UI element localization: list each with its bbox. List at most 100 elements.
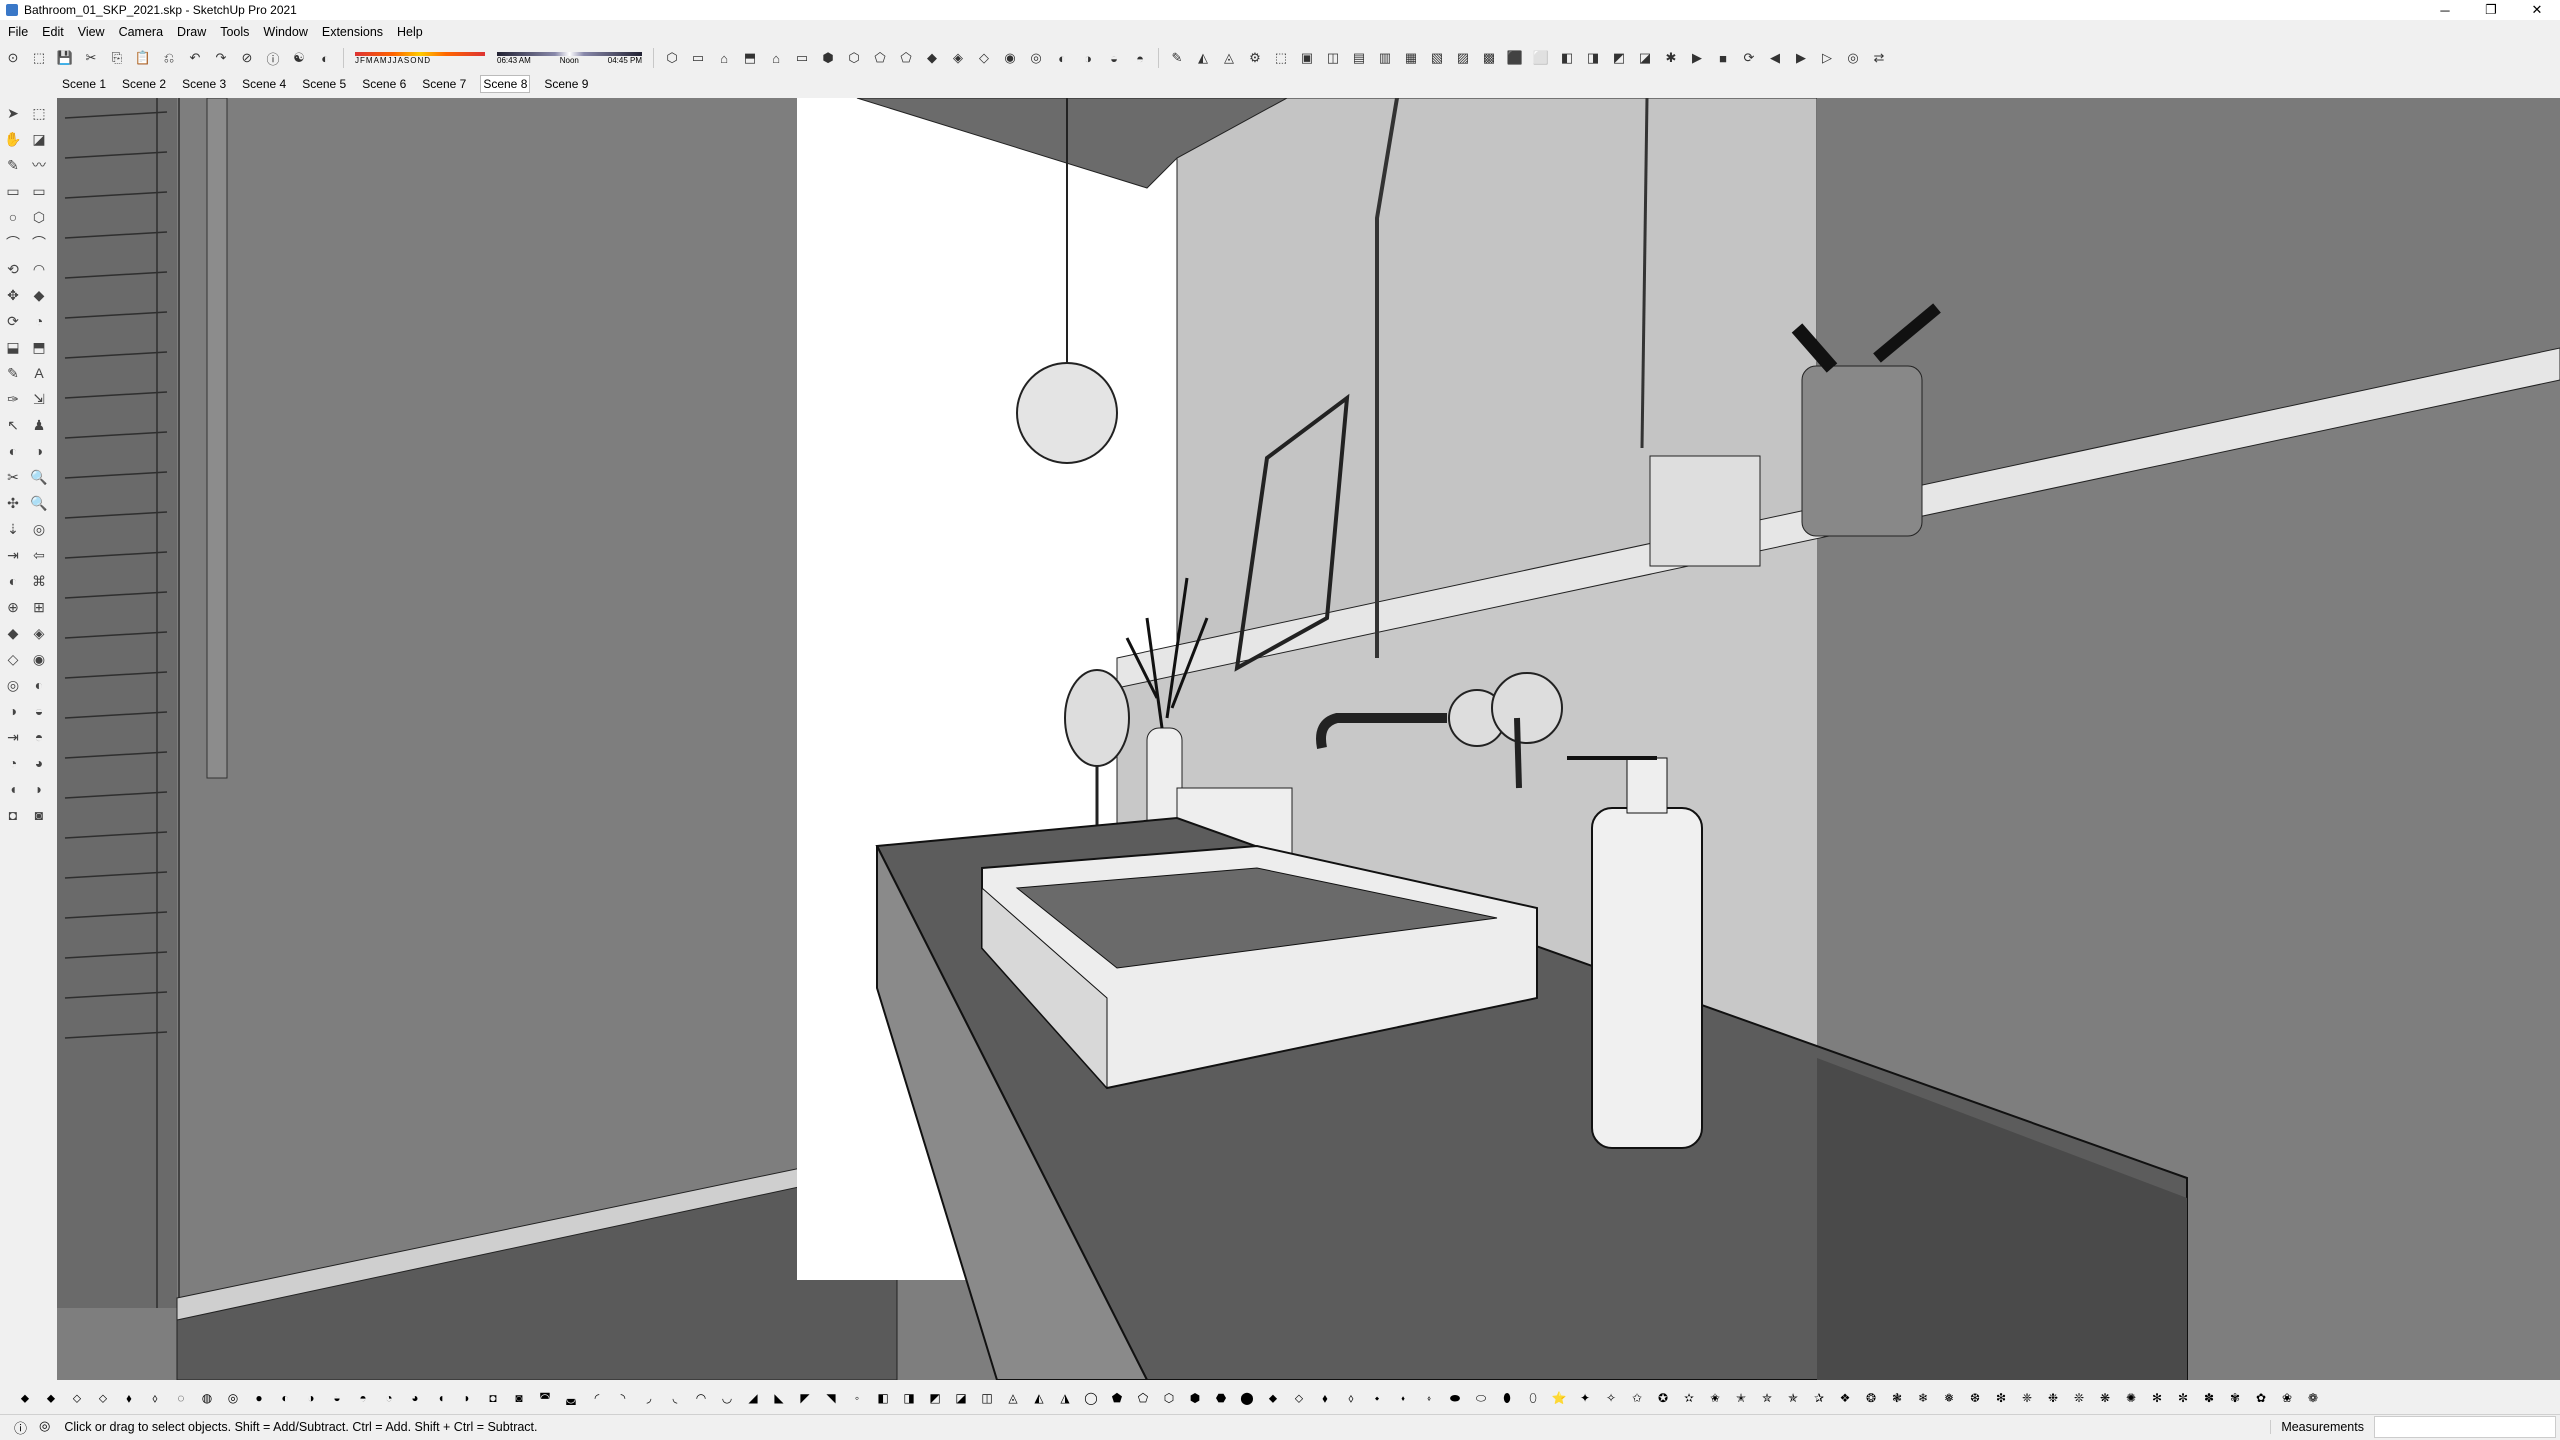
view-tool-icon[interactable]: ⌂ — [715, 49, 733, 67]
bottom-tool-icon[interactable]: ❖ — [1836, 1389, 1854, 1407]
menu-help[interactable]: Help — [397, 25, 423, 39]
left-tool-icon[interactable]: ⊕ — [2, 596, 24, 618]
toolbar-tool-icon[interactable]: ◐ — [316, 49, 334, 67]
view-tool-icon[interactable]: ⬠ — [871, 49, 889, 67]
toolbar-tool-icon[interactable]: ☯ — [290, 49, 308, 67]
scene-tab-2[interactable]: Scene 2 — [120, 76, 168, 92]
extension-tool-icon[interactable]: ■ — [1714, 49, 1732, 67]
toolbar-tool-icon[interactable]: ⊘ — [238, 49, 256, 67]
view-tool-icon[interactable]: ▭ — [689, 49, 707, 67]
view-tool-icon[interactable]: ◑ — [1079, 49, 1097, 67]
bottom-tool-icon[interactable]: ◤ — [796, 1389, 814, 1407]
view-tool-icon[interactable]: ◓ — [1131, 49, 1149, 67]
bottom-tool-icon[interactable]: ✪ — [1654, 1389, 1672, 1407]
scene-tab-3[interactable]: Scene 3 — [180, 76, 228, 92]
toolbar-tool-icon[interactable]: ⎘ — [108, 49, 126, 67]
left-tool-icon[interactable]: 〰 — [28, 154, 50, 176]
extension-tool-icon[interactable]: ◧ — [1558, 49, 1576, 67]
left-tool-icon[interactable]: ⇥ — [2, 726, 24, 748]
bottom-tool-icon[interactable]: ❀ — [2278, 1389, 2296, 1407]
view-tool-icon[interactable]: ◆ — [923, 49, 941, 67]
view-tool-icon[interactable]: ◎ — [1027, 49, 1045, 67]
left-tool-icon[interactable]: ○ — [2, 206, 24, 228]
left-tool-icon[interactable]: ✥ — [2, 284, 24, 306]
scene-tab-7[interactable]: Scene 7 — [420, 76, 468, 92]
left-tool-icon[interactable]: ◐ — [2, 570, 24, 592]
left-tool-icon[interactable]: ⬓ — [2, 336, 24, 358]
left-tool-icon[interactable]: ✣ — [2, 492, 24, 514]
extension-tool-icon[interactable]: ▣ — [1298, 49, 1316, 67]
left-tool-icon[interactable]: ◠ — [28, 258, 50, 280]
bottom-tool-icon[interactable]: ◙ — [510, 1389, 528, 1407]
menu-draw[interactable]: Draw — [177, 25, 206, 39]
model-viewport[interactable] — [57, 98, 2560, 1380]
left-tool-icon[interactable]: ⇣ — [2, 518, 24, 540]
left-tool-icon[interactable]: ✑ — [2, 388, 24, 410]
view-tool-icon[interactable]: ◒ — [1105, 49, 1123, 67]
bottom-tool-icon[interactable]: ⬥ — [1264, 1389, 1282, 1407]
left-tool-icon[interactable]: ⇲ — [28, 388, 50, 410]
left-tool-icon[interactable]: ⊞ — [28, 596, 50, 618]
left-tool-icon[interactable]: ⇥ — [2, 544, 24, 566]
info-icon[interactable]: ⓘ — [14, 1418, 27, 1437]
bottom-tool-icon[interactable]: ❇ — [1992, 1389, 2010, 1407]
scene-tab-1[interactable]: Scene 1 — [60, 76, 108, 92]
bottom-tool-icon[interactable]: ⬡ — [1160, 1389, 1178, 1407]
left-tool-icon[interactable]: ♟ — [28, 414, 50, 436]
toolbar-tool-icon[interactable]: ⊙ — [4, 49, 22, 67]
extension-tool-icon[interactable]: ⬛ — [1506, 49, 1524, 67]
scene-tab-6[interactable]: Scene 6 — [360, 76, 408, 92]
bottom-tool-icon[interactable]: ◢ — [744, 1389, 762, 1407]
bottom-tool-icon[interactable]: ❊ — [2070, 1389, 2088, 1407]
left-tool-icon[interactable]: ⌒ — [2, 232, 24, 254]
extension-tool-icon[interactable]: ▦ — [1402, 49, 1420, 67]
left-tool-icon[interactable]: ✂ — [2, 466, 24, 488]
toolbar-tool-icon[interactable]: ⬚ — [30, 49, 48, 67]
extension-tool-icon[interactable]: ▥ — [1376, 49, 1394, 67]
left-tool-icon[interactable]: ⬒ — [28, 336, 50, 358]
left-tool-icon[interactable]: ⇦ — [28, 544, 50, 566]
bottom-tool-icon[interactable]: ⬮ — [1498, 1389, 1516, 1407]
bottom-tool-icon[interactable]: ◡ — [718, 1389, 736, 1407]
bottom-tool-icon[interactable]: ❅ — [1940, 1389, 1958, 1407]
bottom-tool-icon[interactable]: ✬ — [1706, 1389, 1724, 1407]
bottom-tool-icon[interactable]: ✼ — [2174, 1389, 2192, 1407]
bottom-tool-icon[interactable]: ✽ — [2200, 1389, 2218, 1407]
menu-view[interactable]: View — [78, 25, 105, 39]
toolbar-tool-icon[interactable]: 📋 — [134, 49, 152, 67]
bottom-tool-icon[interactable]: ◜ — [588, 1389, 606, 1407]
bottom-tool-icon[interactable]: ⬥ — [42, 1389, 60, 1407]
bottom-tool-icon[interactable]: ◠ — [692, 1389, 710, 1407]
extension-tool-icon[interactable]: ◫ — [1324, 49, 1342, 67]
toolbar-tool-icon[interactable]: ✂ — [82, 49, 100, 67]
left-tool-icon[interactable]: ◒ — [28, 700, 50, 722]
extension-tool-icon[interactable]: ▶ — [1688, 49, 1706, 67]
left-tool-icon[interactable]: ✋ — [2, 128, 24, 150]
view-tool-icon[interactable]: ◇ — [975, 49, 993, 67]
extension-tool-icon[interactable]: ◪ — [1636, 49, 1654, 67]
bottom-tool-icon[interactable]: ◖ — [432, 1389, 450, 1407]
bottom-tool-icon[interactable]: ◓ — [354, 1389, 372, 1407]
bottom-tool-icon[interactable]: ⬨ — [1342, 1389, 1360, 1407]
bottom-tool-icon[interactable]: ◬ — [1004, 1389, 1022, 1407]
bottom-tool-icon[interactable]: ❂ — [1862, 1389, 1880, 1407]
bottom-tool-icon[interactable]: ✦ — [1576, 1389, 1594, 1407]
bottom-tool-icon[interactable]: ⬦ — [94, 1389, 112, 1407]
bottom-tool-icon[interactable]: ⬧ — [120, 1389, 138, 1407]
bottom-tool-icon[interactable]: ✫ — [1680, 1389, 1698, 1407]
bottom-tool-icon[interactable]: ◗ — [458, 1389, 476, 1407]
extension-tool-icon[interactable]: ◎ — [1844, 49, 1862, 67]
shadow-time-widget[interactable]: 06:43 AM Noon 04:45 PM — [497, 51, 642, 65]
view-tool-icon[interactable]: ⌂ — [767, 49, 785, 67]
bottom-tool-icon[interactable]: ◘ — [484, 1389, 502, 1407]
left-tool-icon[interactable]: ⬡ — [28, 206, 50, 228]
left-tool-icon[interactable]: ◑ — [2, 700, 24, 722]
left-tool-icon[interactable]: ➤ — [2, 102, 24, 124]
left-tool-icon[interactable]: ◐ — [28, 674, 50, 696]
left-tool-icon[interactable]: ⬚ — [28, 102, 50, 124]
extension-tool-icon[interactable]: ◩ — [1610, 49, 1628, 67]
bottom-tool-icon[interactable]: ⬭ — [1472, 1389, 1490, 1407]
bottom-tool-icon[interactable]: ◦ — [848, 1389, 866, 1407]
toolbar-tool-icon[interactable]: ↶ — [186, 49, 204, 67]
bottom-tool-icon[interactable]: ⬩ — [1368, 1389, 1386, 1407]
